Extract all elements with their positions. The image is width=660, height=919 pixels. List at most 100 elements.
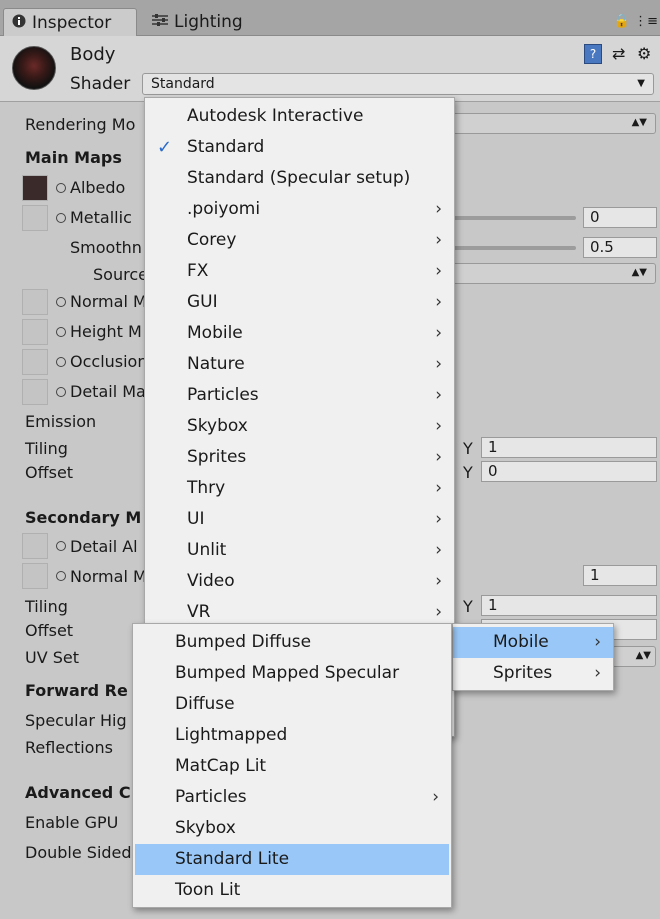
submenu-item-bumped-diffuse[interactable]: Bumped Diffuse [133, 627, 451, 658]
submenu-item-sprites[interactable]: Sprites › [453, 658, 613, 689]
normal-map-slot[interactable] [22, 289, 48, 315]
picker-icon[interactable] [56, 327, 66, 337]
mobile-submenu: Bumped Diffuse Bumped Mapped Specular Di… [132, 623, 452, 908]
menu-item-thry[interactable]: Thry › [145, 473, 454, 504]
menu-item-gui[interactable]: GUI › [145, 287, 454, 318]
source-dropdown[interactable]: ▲▼ [452, 263, 656, 284]
shader-dropdown[interactable]: Standard ▼ [142, 73, 654, 95]
picker-icon[interactable] [56, 387, 66, 397]
chevron-right-icon: › [432, 787, 439, 807]
menu-item-standard-specular[interactable]: Standard (Specular setup) [145, 163, 454, 194]
menu-item-corey[interactable]: Corey › [145, 225, 454, 256]
occlusion-slot[interactable] [22, 349, 48, 375]
picker-icon[interactable] [56, 541, 66, 551]
advanced-options-heading: Advanced C [25, 783, 131, 802]
tiling-y-label: Y [463, 439, 473, 458]
menu-item-poiyomi[interactable]: .poiyomi › [145, 194, 454, 225]
menu-item-unlit[interactable]: Unlit › [145, 535, 454, 566]
secondary-maps-heading: Secondary M [25, 508, 142, 527]
menu-item-label: Diffuse [175, 694, 235, 714]
smoothness-value-field[interactable]: 0.5 [583, 237, 657, 258]
tab-options[interactable]: 🔒 ⋮≡ [614, 14, 658, 29]
menu-item-label: Toon Lit [175, 880, 241, 900]
tab-inspector-label: Inspector [32, 13, 112, 33]
menu-item-mobile[interactable]: Mobile › [145, 318, 454, 349]
menu-item-label: Standard Lite [175, 849, 290, 869]
submenu-item-matcap-lit[interactable]: MatCap Lit [133, 751, 451, 782]
chevron-right-icon: › [435, 323, 442, 343]
detail-mask-slot[interactable] [22, 379, 48, 405]
picker-icon[interactable] [56, 183, 66, 193]
menu-item-fx[interactable]: FX › [145, 256, 454, 287]
sliders-icon [152, 8, 168, 36]
uv-set-dropdown[interactable]: ▲▼ [612, 646, 656, 667]
menu-item-skybox[interactable]: Skybox › [145, 411, 454, 442]
menu-item-label: Video [187, 571, 235, 591]
submenu-item-mobile[interactable]: Mobile › [453, 627, 613, 658]
dropdown-arrow-icon: ▲▼ [631, 267, 647, 278]
menu-item-label: Skybox [175, 818, 236, 838]
menu-icon[interactable]: ⋮≡ [634, 14, 658, 29]
preset-icon[interactable]: ⇄ [612, 44, 625, 63]
menu-item-label: Standard (Specular setup) [187, 168, 411, 188]
rendering-mode-dropdown[interactable]: ▲▼ [452, 113, 656, 134]
menu-item-standard[interactable]: ✓ Standard [145, 132, 454, 163]
menu-item-label: Bumped Mapped Specular [175, 663, 400, 683]
menu-item-label: UI [187, 509, 205, 529]
submenu-item-diffuse[interactable]: Diffuse [133, 689, 451, 720]
menu-item-label: Particles [187, 385, 259, 405]
normal-map-label: Normal M [70, 292, 147, 311]
menu-item-autodesk-interactive[interactable]: Autodesk Interactive [145, 101, 454, 132]
detail-albedo-slot[interactable] [22, 533, 48, 559]
menu-item-label: MatCap Lit [175, 756, 267, 776]
height-map-slot[interactable] [22, 319, 48, 345]
tiling2-y-field[interactable]: 1 [481, 595, 657, 616]
submenu-item-particles[interactable]: Particles › [133, 782, 451, 813]
submenu-item-lightmapped[interactable]: Lightmapped [133, 720, 451, 751]
menu-item-label: Autodesk Interactive [187, 106, 364, 126]
menu-item-label: Standard [187, 137, 265, 157]
picker-icon[interactable] [56, 571, 66, 581]
menu-item-label: Sprites [493, 663, 553, 683]
tab-inspector[interactable]: Inspector [3, 8, 137, 36]
submenu-item-standard-lite[interactable]: Standard Lite [135, 844, 449, 875]
tiling-y-field[interactable]: 1 [481, 437, 657, 458]
help-book-icon[interactable]: ? [584, 44, 602, 64]
forward-rendering-heading: Forward Re [25, 681, 128, 700]
submenu-item-bumped-mapped-specular[interactable]: Bumped Mapped Specular [133, 658, 451, 689]
menu-item-sprites[interactable]: Sprites › [145, 442, 454, 473]
menu-item-label: GUI [187, 292, 218, 312]
metallic-slider[interactable] [452, 216, 576, 220]
specular-highlights-label: Specular Hig [25, 711, 127, 730]
submenu-item-skybox[interactable]: Skybox [133, 813, 451, 844]
menu-item-label: Skybox [187, 416, 248, 436]
menu-item-nature[interactable]: Nature › [145, 349, 454, 380]
picker-icon[interactable] [56, 213, 66, 223]
offset-y-field[interactable]: 0 [481, 461, 657, 482]
enable-gpu-instancing-label: Enable GPU [25, 813, 119, 832]
lock-icon[interactable]: 🔒 [614, 14, 630, 29]
albedo-texture-slot[interactable] [22, 175, 48, 201]
normal-scale-field[interactable]: 1 [583, 565, 657, 586]
chevron-right-icon: › [435, 540, 442, 560]
menu-item-particles[interactable]: Particles › [145, 380, 454, 411]
tab-lighting[interactable]: Lighting [144, 8, 274, 36]
metallic-value-field[interactable]: 0 [583, 207, 657, 228]
menu-item-video[interactable]: Video › [145, 566, 454, 597]
menu-item-ui[interactable]: UI › [145, 504, 454, 535]
gear-icon[interactable]: ⚙ [637, 44, 651, 63]
tiling2-y-label: Y [463, 597, 473, 616]
tiling2-label: Tiling [25, 597, 68, 616]
normal-map2-slot[interactable] [22, 563, 48, 589]
occlusion-label: Occlusion [70, 352, 148, 371]
menu-item-label: Lightmapped [175, 725, 288, 745]
picker-icon[interactable] [56, 357, 66, 367]
metallic-texture-slot[interactable] [22, 205, 48, 231]
info-icon [12, 9, 26, 37]
submenu-item-toon-lit[interactable]: Toon Lit [133, 875, 451, 906]
smoothness-slider[interactable] [452, 246, 576, 250]
rendering-mode-label: Rendering Mo [25, 115, 136, 134]
picker-icon[interactable] [56, 297, 66, 307]
menu-item-label: Particles [175, 787, 247, 807]
checkmark-icon: ✓ [157, 137, 173, 158]
